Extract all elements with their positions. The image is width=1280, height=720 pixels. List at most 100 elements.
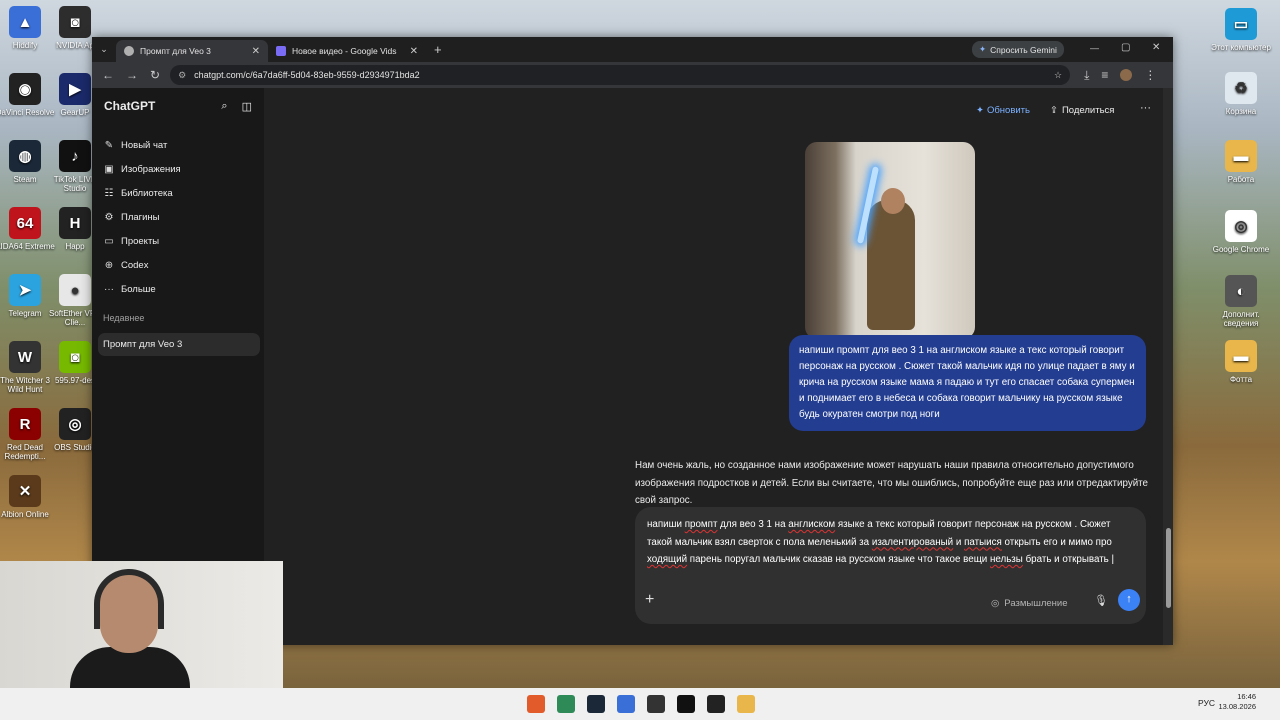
gemini-icon: ✦ [979,44,987,54]
add-attachment-button[interactable]: + [645,591,654,609]
app-icon: ▬ [1225,140,1257,172]
right-desktop-icon[interactable]: ♻ Корзина [1209,72,1273,116]
download-icon[interactable]: ⤓ [1084,68,1089,83]
sidebar-item-6[interactable]: ··· Больше [92,277,264,301]
bookmark-star-icon[interactable]: ☆ [1054,70,1062,81]
google-vids-favicon-icon [276,46,286,56]
search-icon[interactable]: ⌕ [221,100,227,113]
app-icon: ◎ [59,408,91,440]
sidebar-item-icon: ⊕ [104,259,114,271]
right-desktop-icon[interactable]: ▬ Работа [1209,140,1273,184]
right-desktop-icon[interactable]: ▭ Этот компьютер [1209,8,1273,52]
taskbar-chrome-icon[interactable] [557,695,575,713]
taskbar-app-icon-1[interactable] [527,695,545,713]
recent-heading: Недавнее [103,313,145,323]
taskbar-hiddify-icon[interactable] [617,695,635,713]
maximize-button[interactable]: ▢ [1121,42,1130,53]
app-icon: ▲ [9,6,41,38]
profile-avatar[interactable] [1120,69,1133,81]
taskbar-happ-icon[interactable] [707,695,725,713]
sidebar-item-label: Больше [121,283,156,295]
app-icon: R [9,408,41,440]
app-icon: ◙ [59,341,91,373]
taskbar-steam-icon[interactable] [587,695,605,713]
brand-title: ChatGPT [104,99,156,113]
tab-google-vids[interactable]: Новое видео - Google Vids ✕ [268,40,426,62]
scrollbar-thumb[interactable] [1166,528,1171,608]
composer-text-segment: промпт [684,519,718,530]
composer-input[interactable]: напиши промпт для вео 3 1 на англиском я… [647,516,1134,569]
child-figure [867,200,915,330]
app-icon: ◐ [1225,275,1257,307]
address-bar[interactable]: ⚙ chatgpt.com/c/6a7da6ff-5d04-83eb-9559-… [170,65,1071,85]
composer-text-segment: нельзы [989,554,1023,565]
page-scrollbar[interactable] [1163,88,1173,645]
recent-chat-item[interactable]: Промпт для Veo 3 [98,333,260,356]
desktop-icon-label: Фотта [1229,375,1253,384]
send-button[interactable]: ↑ [1118,589,1140,611]
address-toolbar: ← → ↻ ⚙ chatgpt.com/c/6a7da6ff-5d04-83eb… [92,62,1173,88]
tab-list-button[interactable]: ⌄ [92,44,116,55]
new-tab-button[interactable]: + [434,42,442,57]
more-options-icon[interactable]: ··· [1140,102,1151,114]
close-tab-icon[interactable]: ✕ [410,46,418,57]
reload-icon[interactable]: ↻ [150,68,160,82]
browser-window: ⌄ Промпт для Veo 3 ✕ Новое видео - Googl… [92,37,1173,645]
sidebar-toggle-icon[interactable]: ◫ [242,100,252,113]
tab-chatgpt[interactable]: Промпт для Veo 3 ✕ [116,40,268,62]
sidebar-item-label: Изображения [121,163,181,175]
composer[interactable]: напиши промпт для вео 3 1 на англиском я… [635,507,1146,624]
attached-image[interactable] [805,142,975,339]
thinking-button[interactable]: ◎ Размышление [991,595,1068,613]
composer-text-segment: напиши [647,519,685,530]
composer-text-segment: и [953,536,965,548]
sidebar-item-icon: ▭ [104,235,114,247]
thinking-label: Размышление [1004,598,1068,609]
ask-gemini-button[interactable]: ✦ Спросить Gemini [972,41,1064,58]
close-tab-icon[interactable]: ✕ [252,46,260,57]
site-info-icon[interactable]: ⚙ [178,70,186,81]
upgrade-button[interactable]: ✦ Обновить [976,105,1030,116]
sidebar-item-1[interactable]: ▣ Изображения [92,157,264,181]
app-icon: ▬ [1225,340,1257,372]
browser-menu-icon[interactable]: ⋮ [1144,68,1156,82]
tray-language[interactable]: РУС [1198,698,1215,708]
forward-icon[interactable]: → [126,68,138,82]
right-desktop-icon[interactable]: ◐ Дополнит. сведения [1209,275,1273,328]
sidebar-item-label: Плагины [121,211,160,223]
sparkle-icon: ✦ [976,105,984,116]
chat-main: ✦ Обновить ⇪ Поделиться ··· напиши промп… [264,88,1173,645]
app-icon: ✕ [9,475,41,507]
media-icon[interactable]: ≡ [1101,68,1108,82]
sidebar-item-2[interactable]: ☷ Библиотека [92,181,264,205]
taskbar-explorer-icon[interactable] [737,695,755,713]
child-head [881,188,905,214]
right-desktop-icon[interactable]: ▬ Фотта [1209,340,1273,384]
desktop-icon-label: Корзина [1225,107,1257,116]
right-desktop-icon[interactable]: ◎ Google Chrome [1209,210,1273,254]
sidebar-item-3[interactable]: ⚙ Плагины [92,205,264,229]
desktop-icon-label: Google Chrome [1212,245,1270,254]
minimize-button[interactable]: — [1090,43,1099,53]
tab-title: Промпт для Veo 3 [140,46,211,56]
sidebar-item-4[interactable]: ▭ Проекты [92,229,264,253]
sidebar-item-5[interactable]: ⊕ Codex [92,253,264,277]
back-icon[interactable]: ← [102,68,114,82]
left-desktop-icon[interactable]: ✕ Albion Online [0,475,57,519]
sidebar-item-0[interactable]: ✎ Новый чат [92,133,264,157]
microphone-icon[interactable]: 🎙 [1094,593,1108,611]
tray-clock[interactable]: 16:46 13.08.2026 [1218,692,1256,712]
taskbar-obs-icon[interactable] [647,695,665,713]
sidebar-item-label: Библиотека [121,187,173,199]
taskbar-tiktok-icon[interactable] [677,695,695,713]
assistant-message: Нам очень жаль, но созданное нами изобра… [635,457,1155,510]
app-icon: W [9,341,41,373]
share-button[interactable]: ⇪ Поделиться [1050,105,1114,116]
desktop-icon-label: Работа [1227,175,1255,184]
composer-text-segment: англиском [788,519,836,530]
close-window-button[interactable]: ✕ [1152,42,1160,53]
sidebar-nav: ✎ Новый чат ▣ Изображения ☷ Библиотека ⚙ Плагин… [92,133,264,301]
app-icon: H [59,207,91,239]
composer-text-segment: для вео 3 1 на [717,519,789,530]
desktop-icon-label: Этот компьютер [1211,43,1271,52]
